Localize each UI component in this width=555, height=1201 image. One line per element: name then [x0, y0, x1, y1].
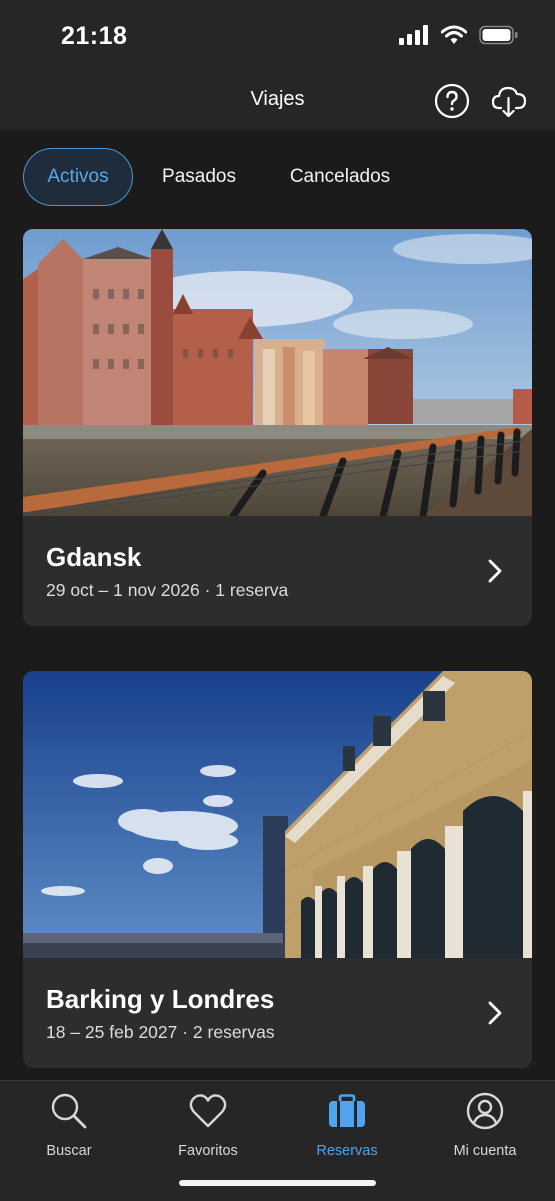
nav-label: Buscar	[46, 1143, 92, 1159]
trip-city: Gdansk	[46, 542, 142, 572]
nav-label: Favoritos	[178, 1143, 238, 1159]
status-bar: 21:18	[0, 0, 555, 72]
wifi-icon	[441, 25, 467, 44]
suitcase-icon	[329, 1094, 365, 1127]
nav-label: Mi cuenta	[453, 1143, 517, 1159]
nav-mi-cuenta[interactable]: Mi cuenta	[425, 1091, 545, 1159]
heart-icon	[189, 1094, 227, 1128]
help-button[interactable]	[433, 82, 471, 120]
trip-photo-barking-londres	[23, 671, 532, 958]
nav-reservas[interactable]: Reservas	[287, 1091, 407, 1159]
trip-details: 18 – 25 feb 2027 · 2 reservas	[46, 1022, 275, 1042]
status-icons	[399, 25, 519, 45]
nav-label: Reservas	[316, 1143, 378, 1159]
tab-pasados[interactable]: Pasados	[133, 148, 265, 206]
signal-icon	[399, 25, 428, 45]
trip-card-barking-londres[interactable]: Barking y Londres 18 – 25 feb 2027 · 2 r…	[23, 671, 532, 1068]
trip-card-body: Barking y Londres 18 – 25 feb 2027 · 2 r…	[23, 958, 532, 1068]
battery-icon	[479, 25, 518, 45]
cloud-download-icon	[491, 86, 527, 118]
nav-buscar[interactable]: Buscar	[9, 1091, 129, 1159]
search-icon	[51, 1093, 87, 1129]
trip-photo-gdansk	[23, 229, 532, 516]
home-indicator[interactable]	[179, 1180, 376, 1186]
tab-activos[interactable]: Activos	[23, 148, 133, 206]
trip-card-gdansk[interactable]: Gdansk 29 oct – 1 nov 2026 · 1 reserva	[23, 229, 532, 626]
user-icon	[466, 1092, 504, 1130]
chevron-right-icon	[488, 1001, 502, 1025]
status-time: 21:18	[61, 22, 128, 50]
trip-city: Barking y Londres	[46, 984, 275, 1014]
chevron-right-icon	[488, 559, 502, 583]
trip-details: 29 oct – 1 nov 2026 · 1 reserva	[46, 580, 289, 600]
question-circle-icon	[434, 83, 470, 119]
page-title: Viajes	[250, 88, 305, 110]
tab-cancelados[interactable]: Cancelados	[265, 148, 415, 206]
nav-favoritos[interactable]: Favoritos	[148, 1091, 268, 1159]
download-button[interactable]	[490, 82, 528, 120]
app-header: Viajes	[0, 72, 555, 130]
trip-card-body: Gdansk 29 oct – 1 nov 2026 · 1 reserva	[23, 516, 532, 626]
trip-status-tabs: Activos Pasados Cancelados	[23, 147, 415, 207]
